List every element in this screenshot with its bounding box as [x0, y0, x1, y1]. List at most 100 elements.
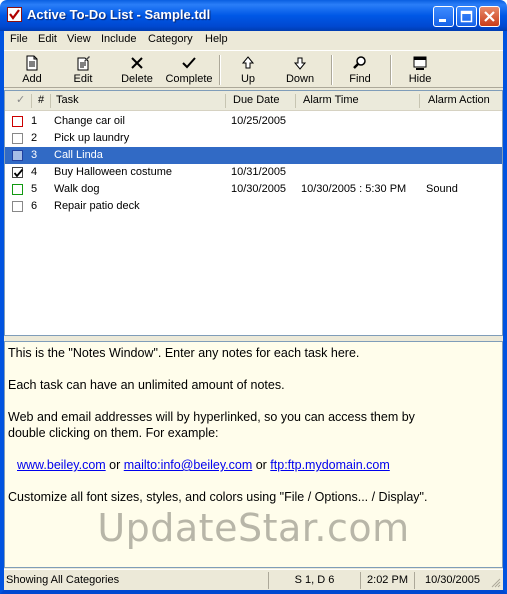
task-checkbox[interactable] — [12, 116, 23, 127]
complete-label: Complete — [165, 73, 213, 85]
email-link[interactable]: mailto:info@beiley.com — [124, 458, 252, 472]
column-divider[interactable] — [31, 94, 32, 108]
menu-help[interactable]: Help — [205, 33, 228, 45]
column-header-alarm-time[interactable]: Alarm Time — [303, 91, 359, 110]
notes-text: Each task can have an unlimited amount o… — [8, 378, 285, 392]
column-divider[interactable] — [225, 94, 226, 108]
task-due-date: 10/25/2005 — [231, 115, 287, 127]
delete-label: Delete — [121, 73, 153, 85]
minimize-button[interactable] — [433, 6, 454, 27]
menu-category[interactable]: Category — [148, 33, 193, 45]
task-alarm-time: 10/30/2005 : 5:30 PM — [301, 183, 407, 195]
resize-grip-icon[interactable] — [489, 576, 501, 588]
watermark-text: UpdateStar.com — [97, 506, 410, 550]
title-bar[interactable]: Active To-Do List - Sample.tdl — [0, 0, 507, 31]
find-button[interactable]: Find — [338, 53, 382, 87]
menu-include[interactable]: Include — [101, 33, 136, 45]
status-bar: Showing All Categories S 1, D 6 2:02 PM … — [4, 569, 503, 590]
toolbar: Add Edit Delete Complete Up Down Find Hi… — [4, 50, 503, 88]
close-button[interactable] — [479, 6, 500, 27]
status-time: 2:02 PM — [360, 572, 412, 589]
minimize-icon — [439, 19, 446, 22]
up-button[interactable]: Up — [226, 53, 270, 87]
toolbar-separator — [219, 55, 221, 85]
maximize-icon — [460, 10, 473, 23]
arrow-down-icon — [293, 57, 307, 70]
notes-window[interactable]: This is the "Notes Window". Enter any no… — [4, 341, 503, 568]
column-header-number[interactable]: # — [38, 91, 44, 110]
add-label: Add — [22, 73, 42, 85]
table-row[interactable]: 6 Repair patio deck — [5, 198, 502, 215]
edit-document-icon — [77, 56, 90, 71]
menu-view[interactable]: View — [67, 33, 91, 45]
table-row[interactable]: 5 Walk dog 10/30/2005 10/30/2005 : 5:30 PM S… — [5, 181, 502, 198]
add-button[interactable]: Add — [10, 53, 54, 87]
table-row[interactable]: 2 Pick up laundry — [5, 130, 502, 147]
up-label: Up — [240, 73, 256, 85]
task-alarm-action: Sound — [426, 183, 458, 195]
ftp-link[interactable]: ftp:ftp.mydomain.com — [270, 458, 390, 472]
notes-links-line: www.beiley.com or mailto:info@beiley.com… — [8, 457, 499, 473]
column-header-alarm-action[interactable]: Alarm Action — [428, 91, 490, 110]
new-document-icon — [26, 55, 38, 71]
list-header: ✓ # Task Due Date Alarm Time Alarm Actio… — [5, 91, 502, 111]
table-row[interactable]: 1 Change car oil 10/25/2005 — [5, 113, 502, 130]
notes-text: or — [105, 458, 124, 472]
delete-x-icon — [131, 57, 143, 69]
website-link[interactable]: www.beiley.com — [17, 458, 106, 472]
task-number: 1 — [31, 115, 38, 127]
task-checkbox[interactable] — [12, 167, 24, 178]
task-number: 4 — [31, 166, 38, 178]
toolbar-separator — [331, 55, 333, 85]
task-name: Repair patio deck — [54, 200, 140, 212]
notes-text: or — [252, 458, 271, 472]
menu-file[interactable]: File — [10, 33, 28, 45]
complete-button[interactable]: Complete — [164, 53, 214, 87]
task-checkbox[interactable] — [12, 184, 23, 195]
status-date: 10/30/2005 — [414, 572, 488, 589]
hide-button[interactable]: Hide — [398, 53, 442, 87]
task-name: Walk dog — [54, 183, 100, 195]
task-number: 6 — [31, 200, 38, 212]
notes-text: Web and email addresses will by hyperlin… — [8, 410, 415, 424]
task-list[interactable]: ✓ # Task Due Date Alarm Time Alarm Actio… — [4, 90, 503, 336]
column-header-task[interactable]: Task — [56, 91, 79, 110]
task-name: Pick up laundry — [54, 132, 130, 144]
edit-button[interactable]: Edit — [61, 53, 105, 87]
menu-bar: File Edit View Include Category Help — [4, 31, 503, 49]
task-due-date: 10/30/2005 — [231, 183, 287, 195]
toolbar-separator — [390, 55, 392, 85]
down-button[interactable]: Down — [277, 53, 323, 87]
column-divider[interactable] — [295, 94, 296, 108]
magnifier-icon — [353, 56, 366, 69]
status-categories: Showing All Categories — [6, 574, 120, 586]
task-checkbox[interactable] — [12, 150, 23, 161]
checkmark-icon — [13, 168, 24, 178]
checkmark-icon — [182, 57, 196, 69]
column-header-check[interactable]: ✓ — [16, 91, 25, 110]
task-checkbox[interactable] — [12, 201, 23, 212]
table-row[interactable]: 4 Buy Halloween costume 10/31/2005 — [5, 164, 502, 181]
task-number: 3 — [31, 149, 38, 161]
close-icon — [484, 11, 495, 22]
task-checkbox[interactable] — [12, 133, 23, 144]
maximize-button[interactable] — [456, 6, 477, 27]
task-name: Buy Halloween costume — [54, 166, 173, 178]
edit-label: Edit — [73, 73, 93, 85]
task-number: 2 — [31, 132, 38, 144]
arrow-up-icon — [241, 56, 255, 69]
column-divider[interactable] — [419, 94, 420, 108]
hide-window-icon — [413, 56, 427, 70]
status-counts: S 1, D 6 — [268, 572, 358, 589]
table-row[interactable]: 3 Call Linda — [5, 147, 502, 164]
notes-text: double clicking on them. For example: — [8, 426, 219, 440]
column-divider[interactable] — [50, 94, 51, 108]
task-number: 5 — [31, 183, 38, 195]
delete-button[interactable]: Delete — [114, 53, 160, 87]
hide-label: Hide — [408, 73, 432, 85]
task-due-date: 10/31/2005 — [231, 166, 287, 178]
app-checkbox-icon — [7, 7, 22, 22]
notes-text: This is the "Notes Window". Enter any no… — [8, 346, 360, 360]
menu-edit[interactable]: Edit — [38, 33, 57, 45]
column-header-due-date[interactable]: Due Date — [233, 91, 279, 110]
